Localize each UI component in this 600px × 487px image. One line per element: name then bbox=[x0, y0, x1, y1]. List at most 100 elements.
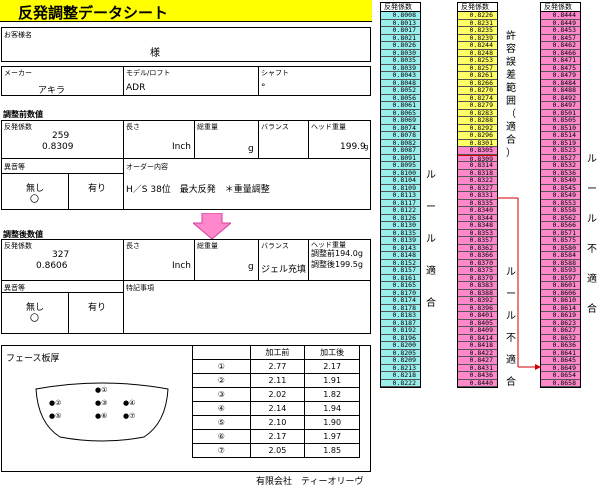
face-row: ⑤ 2.10 1.90 bbox=[192, 415, 360, 430]
page-title: 反発調整データシート bbox=[18, 4, 169, 22]
vertical-char: 囲 bbox=[506, 96, 516, 107]
face-point-3: ●③ bbox=[95, 399, 108, 407]
after-coef-value: 0.8606 bbox=[36, 261, 68, 271]
vertical-char: ー bbox=[426, 202, 436, 213]
face-row-num: ② bbox=[192, 373, 251, 388]
coef-cell: 0.8305 bbox=[458, 146, 497, 155]
face-row-num: ⑥ bbox=[192, 429, 251, 444]
down-arrow-icon bbox=[193, 213, 231, 239]
after-notes-label: 特記事項 bbox=[126, 284, 154, 292]
before-weight-label: 総重量 bbox=[197, 123, 218, 131]
vertical-char: 合 bbox=[506, 135, 516, 146]
vertical-char: ル bbox=[426, 170, 436, 181]
after-weight-label: 総重量 bbox=[197, 242, 218, 250]
after-sound-yes[interactable]: 有り bbox=[88, 300, 106, 313]
face-point-2: ●② bbox=[49, 399, 62, 407]
face-row-after: 2.17 bbox=[304, 359, 360, 374]
before-section-title: 調整前数値 bbox=[3, 110, 43, 119]
after-sound-label: 異音等 bbox=[4, 284, 25, 292]
before-head-label: ヘッド重量 bbox=[311, 123, 346, 131]
face-row: ① 2.77 2.17 bbox=[192, 359, 360, 374]
before-order-label: オーダー内容 bbox=[126, 163, 168, 171]
face-row: ② 2.11 1.91 bbox=[192, 373, 360, 388]
club-info-box: メーカー アキラ モデル/ロフト ADR シャフト ° bbox=[1, 66, 371, 96]
face-row-num: ① bbox=[192, 359, 251, 374]
face-table-header: 加工前 加工後 bbox=[192, 345, 360, 360]
customer-box: お客様名 様 bbox=[1, 27, 371, 62]
rule-noncompliant-label-right: ルール不適合 bbox=[586, 145, 598, 325]
vertical-char: 容 bbox=[506, 44, 516, 55]
vertical-char: 合 bbox=[506, 377, 516, 388]
company-name: 有限会社 ティーオリーヴ bbox=[256, 477, 364, 487]
after-length-unit: Inch bbox=[172, 261, 192, 271]
face-row-num: ④ bbox=[192, 401, 251, 416]
model-label: モデル/ロフト bbox=[126, 69, 171, 77]
face-row: ⑥ 2.17 1.97 bbox=[192, 429, 360, 444]
after-sound-no-mark: 〇 bbox=[30, 314, 40, 324]
face-row-num: ⑤ bbox=[192, 415, 251, 430]
vertical-char: 合 bbox=[587, 304, 597, 315]
before-length-label: 長さ bbox=[126, 123, 140, 131]
maker-value: アキラ bbox=[38, 86, 66, 96]
before-box: 反発係数 259 0.8309 長さ Inch 総重量 g バランス ヘッド重量… bbox=[1, 120, 371, 210]
face-row-before: 2.17 bbox=[249, 429, 306, 444]
customer-label: お客様名 bbox=[4, 31, 32, 39]
before-head-value: 199.9 bbox=[340, 142, 366, 152]
face-row-after: 1.85 bbox=[304, 443, 360, 458]
rule-compliant-label: ルール適合 bbox=[425, 160, 437, 320]
face-row-num: ③ bbox=[192, 387, 251, 402]
face-row-before: 2.02 bbox=[249, 387, 306, 402]
result-arrow-icon bbox=[497, 197, 541, 370]
face-row-num: ⑦ bbox=[192, 443, 251, 458]
face-row: ④ 2.14 1.94 bbox=[192, 401, 360, 416]
face-row: ③ 2.02 1.82 bbox=[192, 387, 360, 402]
face-row-after: 1.91 bbox=[304, 373, 360, 388]
after-coef-raw: 327 bbox=[52, 250, 70, 260]
before-length-unit: Inch bbox=[172, 142, 192, 152]
before-balance-label: バランス bbox=[261, 123, 289, 131]
face-row-after: 1.94 bbox=[304, 401, 360, 416]
vertical-char: ル bbox=[587, 214, 597, 225]
vertical-char: 不 bbox=[587, 244, 597, 255]
after-length-label: 長さ bbox=[126, 242, 140, 250]
coef-cell: 0.8658 bbox=[541, 379, 580, 387]
vertical-char: 適 bbox=[506, 122, 516, 133]
coef-column-3: 反発係数 0.8444 0.8449 0.8453 0.8457 0.8462 0.846… bbox=[540, 2, 581, 388]
after-balance-value: ジェル充填 bbox=[261, 265, 307, 275]
coef-cell: 0.8222 bbox=[381, 379, 420, 387]
face-row-before: 2.14 bbox=[249, 401, 306, 416]
before-coef-raw: 259 bbox=[52, 131, 70, 141]
maker-label: メーカー bbox=[4, 69, 32, 77]
before-head-unit: g bbox=[364, 143, 369, 151]
coef-column-2: 反発係数 0.8226 0.8231 0.8235 0.8239 0.8244 0.824… bbox=[457, 2, 498, 388]
before-coef-value: 0.8309 bbox=[42, 142, 74, 152]
before-sound-yes[interactable]: 有り bbox=[88, 181, 106, 194]
face-header-blank bbox=[192, 345, 251, 360]
after-head-line2: 調整後199.5g bbox=[311, 260, 363, 269]
vertical-char: ル bbox=[587, 154, 597, 165]
face-row-before: 2.10 bbox=[249, 415, 306, 430]
title-bar: 反発調整データシート bbox=[0, 0, 372, 22]
tolerance-label: 許容誤差範囲 （ 適合 ） bbox=[505, 30, 517, 160]
coef-column-1: 反発係数 0.8008 0.8013 0.8017 0.8021 0.8026 0.803… bbox=[380, 2, 421, 388]
before-sound-no-mark: 〇 bbox=[30, 195, 40, 205]
vertical-char: 合 bbox=[426, 298, 436, 309]
before-coef-label: 反発係数 bbox=[4, 123, 32, 131]
face-row: ⑦ 2.05 1.85 bbox=[192, 443, 360, 458]
customer-honorific: 様 bbox=[150, 48, 160, 59]
before-sound-label: 異音等 bbox=[4, 163, 25, 171]
shaft-label: シャフト bbox=[261, 69, 289, 77]
face-label: フェース板厚 bbox=[6, 354, 60, 364]
face-point-1: ●① bbox=[95, 386, 108, 394]
face-point-4: ●④ bbox=[123, 399, 136, 407]
vertical-char: ル bbox=[426, 234, 436, 245]
face-row-after: 1.90 bbox=[304, 415, 360, 430]
vertical-char: 範 bbox=[506, 83, 516, 94]
face-header-before: 加工前 bbox=[249, 345, 306, 360]
face-row-after: 1.82 bbox=[304, 387, 360, 402]
before-order-text: H／S 38位 最大反発 ＊重量調整 bbox=[126, 185, 270, 195]
after-box: 反発係数 327 0.8606 長さ Inch 総重量 g バランス ジェル充填… bbox=[1, 239, 371, 334]
face-point-5: ●⑤ bbox=[49, 412, 62, 420]
vertical-char: 誤 bbox=[506, 57, 516, 68]
after-weight-unit: g bbox=[248, 262, 254, 272]
